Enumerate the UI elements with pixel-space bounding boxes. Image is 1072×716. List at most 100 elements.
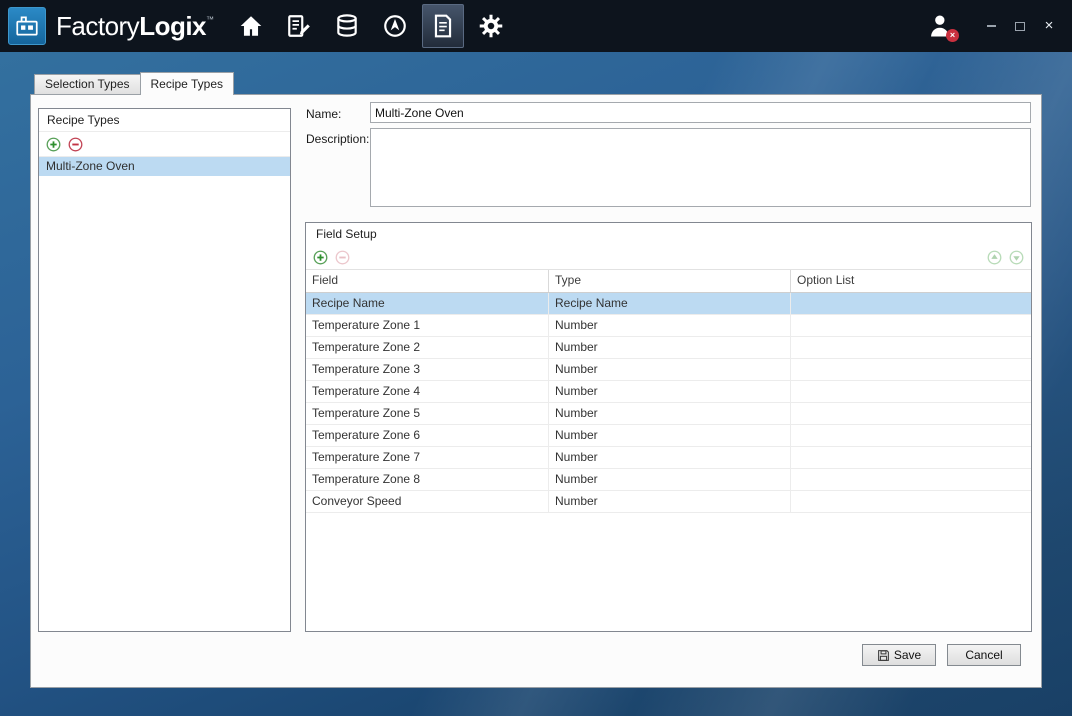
table-cell-type: Number (549, 337, 791, 358)
table-cell-field: Temperature Zone 7 (306, 447, 549, 468)
add-icon (313, 250, 328, 265)
table-cell-option_list (791, 337, 1031, 358)
table-row[interactable]: Temperature Zone 7Number (306, 447, 1031, 469)
table-cell-type: Number (549, 469, 791, 490)
remove-icon (335, 250, 350, 265)
table-cell-type: Number (549, 491, 791, 512)
field-setup-group: Field Setup (305, 222, 1032, 632)
table-cell-option_list (791, 447, 1031, 468)
table-cell-type: Number (549, 381, 791, 402)
titlebar-nav (230, 4, 512, 48)
save-button[interactable]: Save (862, 644, 936, 666)
column-header-option-list[interactable]: Option List (791, 270, 1031, 292)
save-button-label: Save (894, 648, 921, 662)
clipboard-edit-icon (286, 13, 312, 39)
table-cell-field: Temperature Zone 1 (306, 315, 549, 336)
field-setup-title: Field Setup (306, 223, 1031, 245)
table-row[interactable]: Temperature Zone 4Number (306, 381, 1031, 403)
table-row[interactable]: Temperature Zone 1Number (306, 315, 1031, 337)
table-row[interactable]: Temperature Zone 2Number (306, 337, 1031, 359)
name-input[interactable] (370, 102, 1031, 123)
nav-production-button[interactable] (374, 4, 416, 48)
table-cell-field: Temperature Zone 2 (306, 337, 549, 358)
tab-strip: Selection Types Recipe Types (34, 72, 233, 94)
add-recipe-type-button[interactable] (46, 137, 61, 152)
arrow-up-icon (987, 250, 1002, 265)
nav-home-button[interactable] (230, 4, 272, 48)
field-table-body: Recipe NameRecipe NameTemperature Zone 1… (306, 293, 1031, 631)
document-icon (430, 13, 456, 39)
close-button[interactable]: × (1042, 19, 1056, 33)
recipe-types-listbox: Recipe Types Multi (38, 108, 291, 632)
table-cell-type: Recipe Name (549, 293, 791, 314)
table-row[interactable]: Conveyor SpeedNumber (306, 491, 1031, 513)
table-row[interactable]: Temperature Zone 6Number (306, 425, 1031, 447)
nav-materials-button[interactable] (326, 4, 368, 48)
tab-recipe-types[interactable]: Recipe Types (140, 72, 235, 95)
table-row[interactable]: Recipe NameRecipe Name (306, 293, 1031, 315)
table-cell-type: Number (549, 447, 791, 468)
user-button[interactable]: × (927, 12, 955, 40)
minimize-button[interactable] (984, 19, 998, 33)
table-cell-option_list (791, 469, 1031, 490)
column-header-field[interactable]: Field (306, 270, 549, 292)
tab-selection-types[interactable]: Selection Types (34, 74, 141, 94)
arrow-down-icon (1009, 250, 1024, 265)
save-icon (877, 649, 890, 662)
table-cell-option_list (791, 315, 1031, 336)
remove-field-button[interactable] (335, 250, 350, 265)
table-cell-field: Temperature Zone 4 (306, 381, 549, 402)
home-icon (238, 13, 264, 39)
table-cell-option_list (791, 425, 1031, 446)
table-cell-field: Recipe Name (306, 293, 549, 314)
nav-recipes-button[interactable] (422, 4, 464, 48)
table-row[interactable]: Temperature Zone 5Number (306, 403, 1031, 425)
description-input[interactable] (370, 128, 1031, 207)
table-cell-option_list (791, 403, 1031, 424)
description-label: Description: (306, 132, 369, 146)
table-cell-field: Temperature Zone 8 (306, 469, 549, 490)
close-icon: × (1045, 19, 1054, 33)
table-cell-field: Temperature Zone 3 (306, 359, 549, 380)
remove-icon (68, 137, 83, 152)
content-background: Selection Types Recipe Types Recipe Type… (0, 52, 1072, 716)
move-down-button[interactable] (1009, 250, 1024, 265)
cancel-button-label: Cancel (965, 648, 1002, 662)
recipe-types-panel: Recipe Types Multi (30, 94, 1042, 688)
app-logo (8, 7, 46, 45)
table-cell-type: Number (549, 425, 791, 446)
table-cell-option_list (791, 359, 1031, 380)
remove-recipe-type-button[interactable] (68, 137, 83, 152)
table-cell-type: Number (549, 403, 791, 424)
trademark: ™ (206, 15, 214, 24)
column-header-type[interactable]: Type (549, 270, 791, 292)
table-cell-field: Conveyor Speed (306, 491, 549, 512)
name-label: Name: (306, 107, 341, 121)
nav-instructions-button[interactable] (278, 4, 320, 48)
main-panel: Selection Types Recipe Types Recipe Type… (30, 72, 1042, 688)
table-row[interactable]: Temperature Zone 3Number (306, 359, 1031, 381)
minimize-icon (987, 25, 996, 27)
user-offline-badge: × (946, 29, 959, 42)
table-cell-field: Temperature Zone 6 (306, 425, 549, 446)
table-cell-option_list (791, 293, 1031, 314)
maximize-icon (1015, 22, 1025, 31)
factorylogix-logo-icon (14, 13, 40, 39)
table-row[interactable]: Temperature Zone 8Number (306, 469, 1031, 491)
maximize-button[interactable] (1013, 19, 1027, 33)
gear-icon (478, 13, 504, 39)
add-field-button[interactable] (313, 250, 328, 265)
move-up-button[interactable] (987, 250, 1002, 265)
recipe-type-list-items: Multi-Zone Oven (39, 157, 290, 176)
table-cell-type: Number (549, 359, 791, 380)
listbox-toolbar (39, 132, 290, 157)
compass-icon (382, 13, 408, 39)
listbox-header: Recipe Types (39, 109, 290, 132)
cancel-button[interactable]: Cancel (947, 644, 1021, 666)
field-setup-toolbar (306, 245, 1031, 269)
list-item[interactable]: Multi-Zone Oven (39, 157, 290, 176)
table-cell-field: Temperature Zone 5 (306, 403, 549, 424)
nav-settings-button[interactable] (470, 4, 512, 48)
table-cell-type: Number (549, 315, 791, 336)
database-icon (334, 13, 360, 39)
